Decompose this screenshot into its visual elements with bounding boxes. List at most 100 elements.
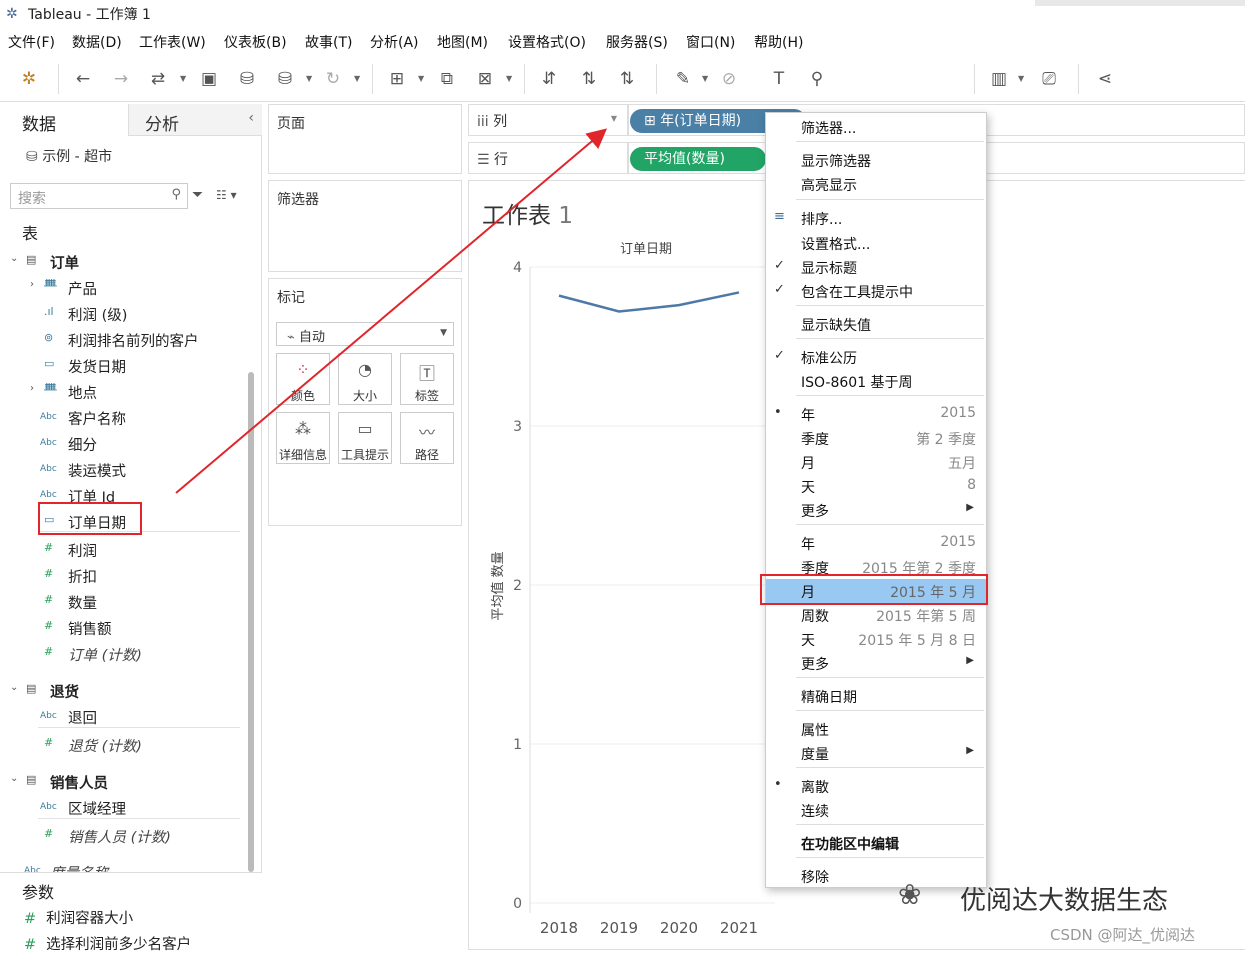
clear-sheet-icon[interactable]: ⊠ [474, 68, 496, 90]
menu-dashboard[interactable]: 仪表板(B) [224, 32, 287, 52]
menu-item-year-part[interactable]: • 年 2015 [766, 402, 986, 426]
field-product[interactable]: › ᚙ 产品 [0, 276, 240, 300]
duplicate-sheet-icon[interactable]: ⧉ [436, 68, 458, 90]
mark-type-select[interactable]: ⌁ 自动 ▼ [276, 322, 454, 346]
sort-ascending-icon[interactable]: ⇅ [578, 68, 600, 90]
menu-file[interactable]: 文件(F) [8, 32, 55, 52]
refresh-icon[interactable]: ↻ [322, 68, 344, 90]
chevron-down-icon[interactable]: ▼ [1018, 68, 1024, 90]
chevron-down-icon[interactable]: ▼ [702, 68, 708, 90]
field-sales[interactable]: # 销售额 [0, 616, 240, 640]
menu-item-sort[interactable]: ≡ 排序... [766, 206, 986, 230]
marks-path-button[interactable]: 〰 路径 [400, 412, 454, 464]
menu-window[interactable]: 窗口(N) [686, 32, 735, 52]
marks-tooltip-button[interactable]: ▭ 工具提示 [338, 412, 392, 464]
group-members-icon[interactable]: ⊘ [718, 68, 740, 90]
menu-analysis[interactable]: 分析(A) [370, 32, 419, 52]
table-orders[interactable]: ⌄ ▤ 订单 [0, 250, 240, 274]
field-returned[interactable]: Abc 退回 [0, 705, 240, 729]
line-chart[interactable]: 0 1 2 3 4 2018 2019 2020 2021 平均值 数量 [490, 250, 780, 950]
field-ship-mode[interactable]: Abc 装运模式 [0, 458, 240, 482]
field-search-input[interactable]: 搜索 ⚲ [10, 183, 188, 209]
field-discount[interactable]: # 折扣 [0, 564, 240, 588]
field-profit[interactable]: # 利润 [0, 538, 240, 562]
menu-help[interactable]: 帮助(H) [754, 32, 803, 52]
chevron-down-icon[interactable]: ▼ [506, 68, 512, 90]
menu-item-more-part[interactable]: 更多 ▶ [766, 498, 986, 522]
field-orders-count[interactable]: # 订单 (计数) [0, 642, 240, 666]
sort-descending-icon[interactable]: ⇅ [616, 68, 638, 90]
menu-item-month-part[interactable]: 月 五月 [766, 450, 986, 474]
field-region-manager[interactable]: Abc 区域经理 [0, 796, 240, 820]
collapse-pane-icon[interactable]: ‹ [248, 110, 254, 126]
filter-icon[interactable]: ⏷ [192, 187, 203, 203]
menu-item-show-filter[interactable]: 显示筛选器 [766, 148, 986, 172]
menu-item-show-header[interactable]: ✓ 显示标题 [766, 255, 986, 279]
table-returns[interactable]: ⌄ ▤ 退货 [0, 679, 240, 703]
highlight-icon[interactable]: ✎ [672, 68, 694, 90]
series-line[interactable] [558, 291, 740, 313]
menu-item-edit-in-shelf[interactable]: 在功能区中编辑 [766, 831, 986, 855]
menu-item-iso8601[interactable]: ISO-8601 基于周 [766, 369, 986, 393]
menu-item-year-value[interactable]: 年 2015 [766, 531, 986, 555]
field-top-customers[interactable]: ⊚ 利润排名前列的客户 [0, 328, 240, 352]
menu-item-discrete[interactable]: • 离散 [766, 774, 986, 798]
new-worksheet-icon[interactable]: ⊞ [386, 68, 408, 90]
replay-icon[interactable]: ⇄ [147, 68, 169, 90]
menu-item-exact-date[interactable]: 精确日期 [766, 684, 986, 708]
menu-item-format[interactable]: 设置格式... [766, 231, 986, 255]
menu-item-day-value[interactable]: 天 2015 年 5 月 8 日 [766, 627, 986, 651]
menu-item-include-tooltip[interactable]: ✓ 包含在工具提示中 [766, 279, 986, 303]
table-people[interactable]: ⌄ ▤ 销售人员 [0, 770, 240, 794]
swap-rows-columns-icon[interactable]: ⇵ [538, 68, 560, 90]
chevron-down-icon[interactable]: ▼ [418, 68, 424, 90]
param-top-customers[interactable]: # 选择利润前多少名客户 [24, 933, 191, 953]
pages-card[interactable]: 页面 [268, 104, 462, 174]
redo-icon[interactable]: → [110, 68, 132, 90]
view-options-icon[interactable]: ☷ ▾ [216, 188, 237, 202]
menu-item-attribute[interactable]: 属性 [766, 717, 986, 741]
menu-item-more-value[interactable]: 更多 ▶ [766, 651, 986, 675]
param-profit-bin-size[interactable]: # 利润容器大小 [24, 907, 133, 928]
marks-color-button[interactable]: ⁘ 颜色 [276, 353, 330, 405]
tab-data[interactable]: 数据 [0, 104, 128, 136]
datasource-name[interactable]: ⛁ 示例 - 超市 [26, 146, 112, 166]
share-icon[interactable]: ⋖ [1094, 68, 1116, 90]
menu-item-quarter-part[interactable]: 季度 第 2 季度 [766, 426, 986, 450]
chevron-down-icon[interactable]: ▼ [306, 68, 312, 90]
rows-pill-avg-quantity[interactable]: 平均值(数量) [630, 147, 766, 171]
chevron-down-icon[interactable]: ▼ [611, 114, 617, 123]
menu-item-day-part[interactable]: 天8 [766, 474, 986, 498]
show-labels-icon[interactable]: T [768, 68, 790, 90]
field-location[interactable]: › ᚙ 地点 [0, 380, 240, 404]
save-icon[interactable]: ▣ [198, 68, 220, 90]
field-ship-date[interactable]: ▭ 发货日期 [0, 354, 240, 378]
scrollbar[interactable] [248, 372, 254, 872]
chevron-down-icon[interactable]: ▼ [180, 68, 186, 90]
chevron-down-icon[interactable]: ⌄ [10, 253, 18, 264]
pause-updates-icon[interactable]: ⛁ [274, 68, 296, 90]
menu-item-standard-calendar[interactable]: ✓ 标准公历 [766, 345, 986, 369]
field-measure-names[interactable]: Abc 度量名称 [0, 860, 240, 872]
menu-map[interactable]: 地图(M) [437, 32, 488, 52]
filters-card[interactable]: 筛选器 [268, 180, 462, 272]
marks-label-button[interactable]: 🅃 标签 [400, 353, 454, 405]
menu-item-show-missing[interactable]: 显示缺失值 [766, 312, 986, 336]
pin-axes-icon[interactable]: ⚲ [806, 68, 828, 90]
field-customer-name[interactable]: Abc 客户名称 [0, 406, 240, 430]
field-quantity[interactable]: # 数量 [0, 590, 240, 614]
chevron-down-icon[interactable]: ⌄ [10, 682, 18, 693]
chevron-right-icon[interactable]: › [30, 383, 34, 394]
menu-worksheet[interactable]: 工作表(W) [139, 32, 206, 52]
marks-detail-button[interactable]: ⁂ 详细信息 [276, 412, 330, 464]
menu-format[interactable]: 设置格式(O) [508, 32, 586, 52]
undo-icon[interactable]: ← [72, 68, 94, 90]
field-people-count[interactable]: # 销售人员 (计数) [0, 824, 240, 848]
rows-shelf-header[interactable]: ☰ 行 [468, 142, 628, 174]
menu-data[interactable]: 数据(D) [72, 32, 122, 52]
menu-item-continuous[interactable]: 连续 [766, 798, 986, 822]
new-datasource-icon[interactable]: ⛁ [236, 68, 258, 90]
columns-shelf-header[interactable]: iii 列 ▼ [468, 104, 628, 136]
menu-item-filter[interactable]: 筛选器... [766, 115, 986, 139]
menu-server[interactable]: 服务器(S) [606, 32, 668, 52]
